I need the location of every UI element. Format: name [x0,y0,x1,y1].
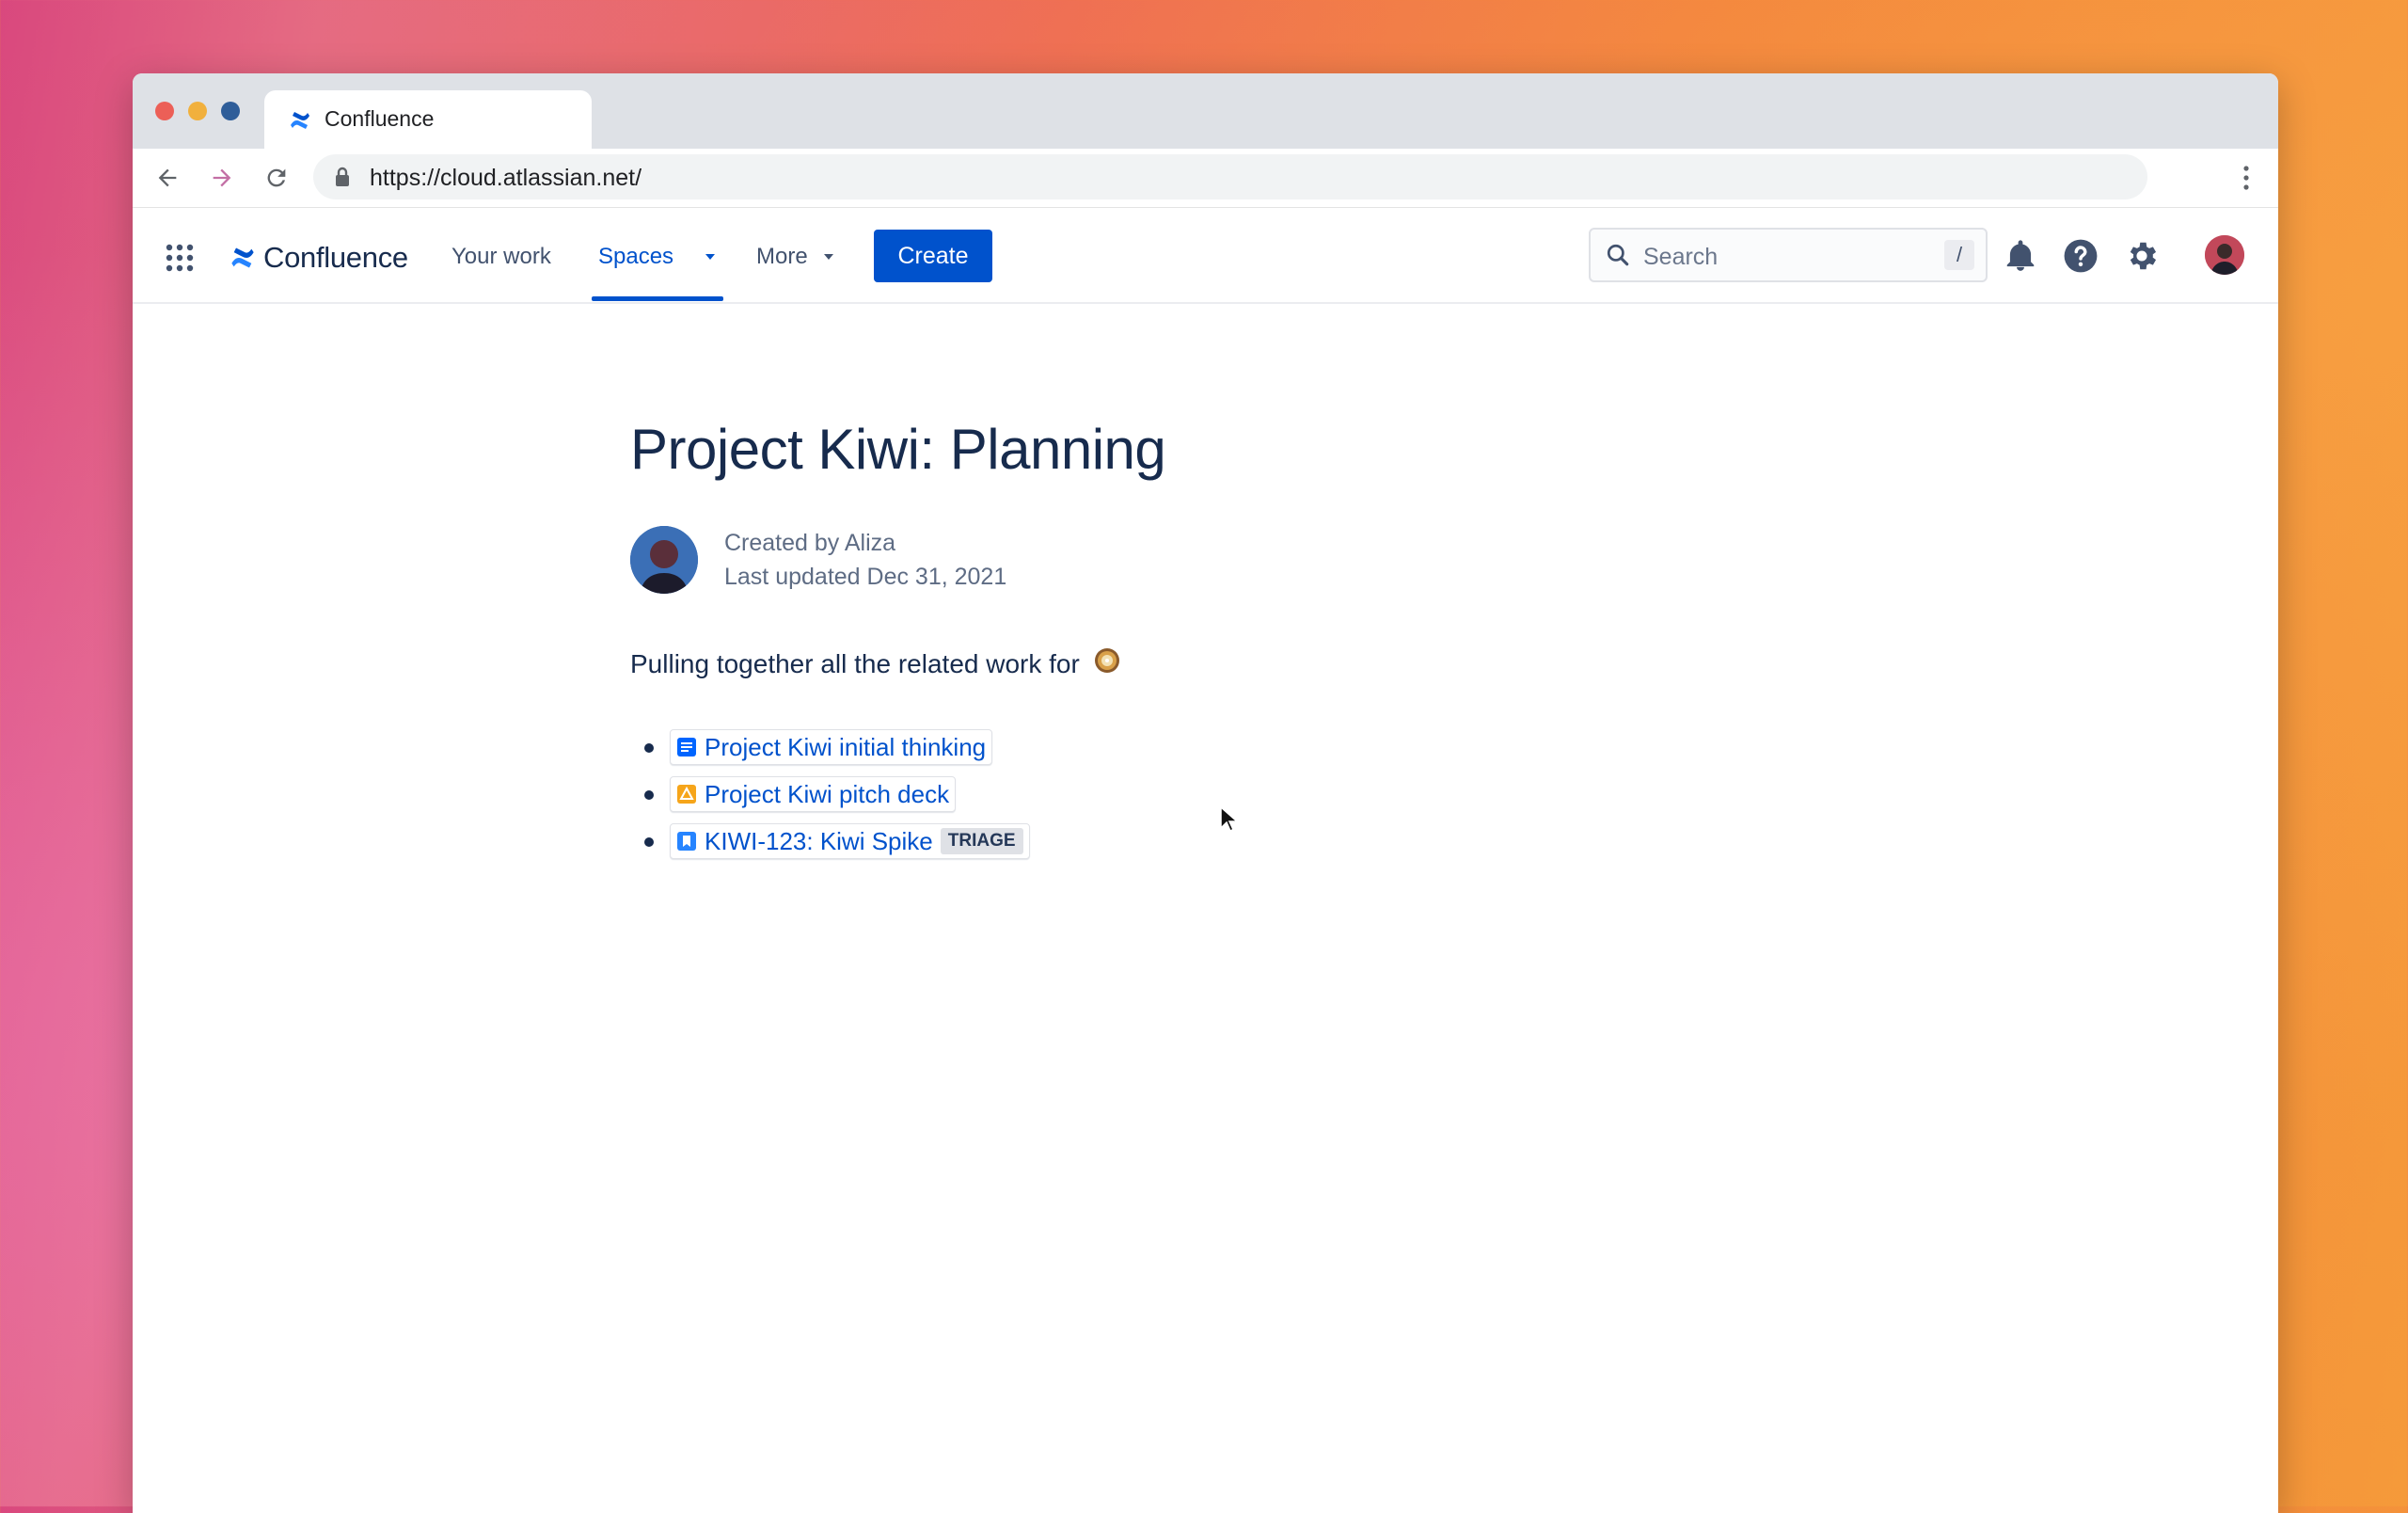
created-by: Created by Aliza [724,530,896,556]
intro-paragraph: Pulling together all the related work fo… [630,646,1121,679]
smart-link-jira-issue[interactable]: KIWI-123: Kiwi Spike TRIAGE [670,823,1030,859]
link-label: Project Kiwi pitch deck [705,779,950,808]
browser-tab[interactable]: Confluence [264,90,592,149]
chevron-down-icon[interactable] [822,252,835,262]
mouse-cursor-icon [1220,805,1238,833]
search-shortcut-key: / [1944,240,1974,270]
address-bar-row: https://cloud.atlassian.net/ [133,149,2278,208]
notifications-bell-icon[interactable] [2003,238,2038,274]
app-switcher-icon[interactable] [166,244,194,272]
smart-link-pitch-deck[interactable]: Project Kiwi pitch deck [670,776,957,812]
search-input[interactable]: Search / [1589,228,1988,282]
confluence-logo[interactable]: Confluence [230,241,408,275]
reload-button[interactable] [261,162,293,194]
link-label: KIWI-123: Kiwi Spike [705,826,933,855]
confluence-top-nav: Confluence Your work Spaces More Create … [133,208,2278,304]
create-button[interactable]: Create [874,230,992,282]
zoom-window-button[interactable] [221,102,240,120]
browser-window: Confluence https://cloud.atlassian.net/ [133,73,2278,1513]
user-avatar-image [2205,235,2244,275]
reload-icon [267,168,286,187]
search-icon [1607,244,1629,266]
forward-button[interactable] [206,162,238,194]
close-window-button[interactable] [155,102,174,120]
google-slides-icon [677,785,696,804]
nav-your-work[interactable]: Your work [452,244,551,270]
intro-text: Pulling together all the related work fo… [630,649,1080,678]
nav-more[interactable]: More [756,244,808,270]
help-icon[interactable] [2063,238,2099,274]
nav-spaces[interactable]: Spaces [598,244,673,270]
page-icon [677,738,696,756]
url-text: https://cloud.atlassian.net/ [370,165,642,191]
lock-icon [336,167,349,186]
back-button[interactable] [151,162,183,194]
list-bullet [644,743,654,753]
arrow-right-icon [213,168,231,187]
browser-menu-icon[interactable] [2242,166,2250,190]
arrow-left-icon [158,168,177,187]
settings-gear-icon[interactable] [2124,238,2160,274]
confluence-logo-icon [231,247,254,268]
list-bullet [644,837,654,847]
last-updated: Last updated Dec 31, 2021 [724,564,1007,590]
kiwi-emoji-icon [1094,648,1119,673]
status-badge: TRIAGE [940,828,1023,854]
product-name: Confluence [263,241,408,274]
list-bullet [644,790,654,800]
author-avatar[interactable] [630,526,698,594]
confluence-logo-icon [291,112,309,129]
chevron-down-icon[interactable] [704,252,717,262]
smart-link-initial-thinking[interactable]: Project Kiwi initial thinking [670,729,993,765]
address-bar[interactable]: https://cloud.atlassian.net/ [313,154,2147,199]
tab-strip: Confluence [133,73,2278,149]
link-label: Project Kiwi initial thinking [705,732,987,761]
jira-story-icon [677,832,696,851]
user-avatar[interactable] [2205,235,2244,275]
active-tab-indicator [592,296,723,301]
minimize-window-button[interactable] [188,102,207,120]
author-avatar-image [630,526,698,594]
search-placeholder: Search [1643,244,1719,270]
page-title: Project Kiwi: Planning [630,418,1166,481]
tab-title: Confluence [325,106,435,131]
